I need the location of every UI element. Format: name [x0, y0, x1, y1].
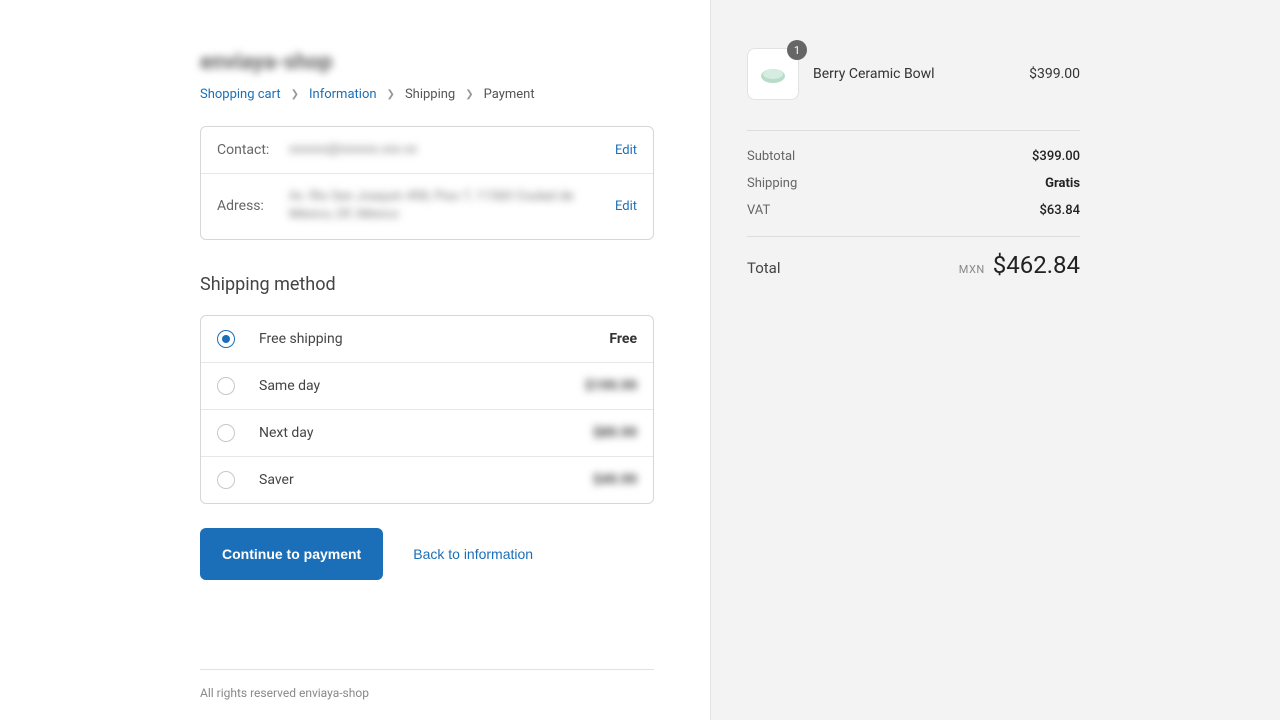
footer-text: All rights reserved enviaya-shop [200, 669, 654, 700]
continue-button[interactable]: Continue to payment [200, 528, 383, 580]
radio-icon [217, 424, 235, 442]
store-logo: enviaya-shop [200, 50, 654, 75]
radio-icon [217, 471, 235, 489]
shipping-option-label: Saver [259, 472, 581, 488]
shipping-option-price: $89.99 [581, 425, 637, 441]
shipping-option-price: $199.99 [581, 378, 637, 394]
summary-card: Contact: xxxxxx@xxxxxx.xxx.xx Edit Adres… [200, 126, 654, 240]
shipping-option-price: $49.99 [581, 472, 637, 488]
shipping-cost-value: Gratis [1045, 176, 1080, 191]
shipping-options: Free shipping Free Same day $199.99 Next… [200, 315, 654, 504]
subtotal-value: $399.00 [1032, 149, 1080, 164]
chevron-right-icon: ❯ [465, 89, 473, 100]
back-link[interactable]: Back to information [413, 546, 533, 562]
shipping-option-label: Free shipping [259, 331, 581, 347]
product-name: Berry Ceramic Bowl [799, 66, 1029, 82]
total-label: Total [747, 259, 781, 277]
shipping-option-label: Same day [259, 378, 581, 394]
edit-address-link[interactable]: Edit [615, 199, 637, 214]
radio-icon [217, 330, 235, 348]
contact-label: Contact: [217, 142, 285, 158]
breadcrumb-shipping: Shipping [405, 87, 455, 102]
shipping-cost-label: Shipping [747, 176, 797, 191]
breadcrumb: Shopping cart ❯ Information ❯ Shipping ❯… [200, 87, 654, 102]
shipping-option-next-day[interactable]: Next day $89.99 [201, 409, 653, 456]
order-summary: 1 Berry Ceramic Bowl $399.00 Subtotal $3… [710, 0, 1280, 720]
chevron-right-icon: ❯ [291, 89, 299, 100]
shipping-option-label: Next day [259, 425, 581, 441]
product-price: $399.00 [1029, 66, 1080, 82]
address-value: Av. Río San Joaquín 498, Piso 7, 11560 C… [285, 188, 615, 224]
address-label: Adress: [217, 198, 285, 214]
shipping-method-title: Shipping method [200, 274, 654, 295]
vat-value: $63.84 [1039, 203, 1080, 218]
breadcrumb-payment: Payment [484, 87, 535, 102]
cart-item: 1 Berry Ceramic Bowl $399.00 [747, 48, 1080, 100]
chevron-right-icon: ❯ [387, 89, 395, 100]
quantity-badge: 1 [787, 40, 807, 60]
divider [747, 236, 1080, 237]
shipping-option-same-day[interactable]: Same day $199.99 [201, 362, 653, 409]
contact-value: xxxxxx@xxxxxx.xxx.xx [285, 141, 615, 159]
subtotal-label: Subtotal [747, 149, 795, 164]
shipping-option-price: Free [581, 331, 637, 347]
shipping-option-saver[interactable]: Saver $49.99 [201, 456, 653, 503]
currency-code: MXN [959, 263, 985, 276]
breadcrumb-information[interactable]: Information [309, 87, 377, 102]
total-value: $462.84 [993, 251, 1080, 279]
shipping-option-free[interactable]: Free shipping Free [201, 316, 653, 362]
edit-contact-link[interactable]: Edit [615, 143, 637, 158]
breadcrumb-cart[interactable]: Shopping cart [200, 87, 281, 102]
divider [747, 130, 1080, 131]
radio-icon [217, 377, 235, 395]
vat-label: VAT [747, 203, 770, 218]
